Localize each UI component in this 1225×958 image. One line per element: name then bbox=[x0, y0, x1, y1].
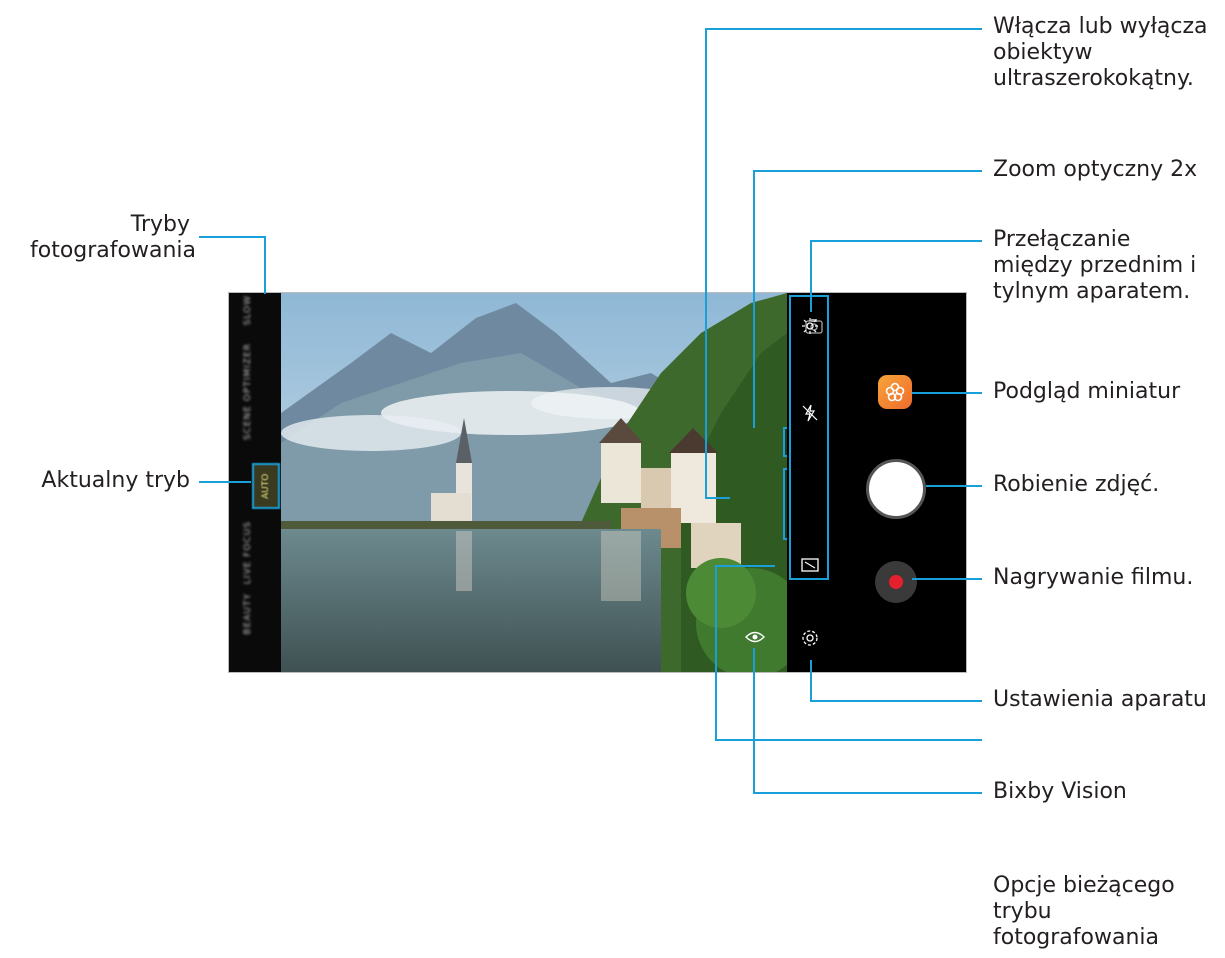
label-zoom: Zoom optyczny 2x bbox=[993, 157, 1198, 182]
mode-options-panel bbox=[789, 295, 829, 580]
callout-line bbox=[810, 700, 982, 702]
callout-line bbox=[199, 481, 251, 483]
callout-line bbox=[715, 565, 775, 567]
callout-line bbox=[705, 497, 730, 499]
callout-line bbox=[753, 170, 982, 172]
mode-slow[interactable]: SLOW bbox=[243, 295, 267, 325]
landscape-preview bbox=[281, 293, 787, 672]
label-preview: Podgląd miniatur bbox=[993, 379, 1181, 404]
gear-icon[interactable] bbox=[799, 627, 821, 649]
callout-line bbox=[199, 236, 265, 238]
label-bixby: Bixby Vision bbox=[993, 779, 1127, 804]
mode-scene-optimizer[interactable]: SCENE OPTIMIZER bbox=[243, 343, 267, 440]
label-wide-line1: Włącza lub wyłącza bbox=[993, 14, 1208, 39]
label-options-line3: fotografowania bbox=[993, 925, 1159, 950]
mode-beauty[interactable]: BEAUTY bbox=[243, 593, 267, 635]
callout-line bbox=[705, 28, 982, 30]
callout-line bbox=[715, 739, 982, 741]
label-take-photo: Robienie zdjęć. bbox=[993, 472, 1160, 497]
record-dot bbox=[889, 575, 903, 589]
callout-line bbox=[705, 28, 707, 498]
callout-line bbox=[926, 485, 982, 487]
camera-screen: BEAUTY LIVE FOCUS SCENE OPTIMIZER SLOW A… bbox=[228, 292, 967, 673]
mode-live-focus[interactable]: LIVE FOCUS bbox=[243, 521, 267, 584]
label-options: Opcje bieżącego trybu fotografowania bbox=[993, 873, 1175, 951]
flash-off-icon[interactable] bbox=[799, 402, 821, 424]
aspect-ratio-icon[interactable] bbox=[799, 554, 821, 576]
callout-line bbox=[912, 578, 982, 580]
current-mode-auto[interactable]: AUTO bbox=[252, 463, 280, 509]
label-switch-line1: Przełączanie bbox=[993, 227, 1131, 252]
callout-line bbox=[715, 565, 717, 740]
label-modes-line1: Tryby bbox=[130, 212, 190, 237]
label-current-mode: Aktualny tryb bbox=[41, 468, 190, 493]
callout-line bbox=[810, 240, 812, 312]
label-switch-camera: Przełączanie między przednim i tylnym ap… bbox=[993, 227, 1196, 305]
callout-line bbox=[753, 648, 755, 793]
label-options-line1: Opcje bieżącego bbox=[993, 873, 1175, 898]
callout-line bbox=[810, 660, 812, 701]
eye-icon[interactable] bbox=[743, 625, 767, 649]
callout-line bbox=[912, 392, 982, 394]
label-wide-line2: obiektyw bbox=[993, 40, 1093, 65]
label-record: Nagrywanie filmu. bbox=[993, 565, 1194, 590]
callout-line bbox=[264, 236, 266, 294]
gallery-flower-icon[interactable] bbox=[878, 375, 912, 409]
label-options-line2: trybu bbox=[993, 899, 1052, 924]
callout-line bbox=[753, 170, 755, 428]
label-switch-line3: tylnym aparatem. bbox=[993, 279, 1191, 304]
shutter-button[interactable] bbox=[866, 459, 926, 519]
label-modes: Tryby fotografowania bbox=[30, 212, 196, 264]
label-wide-lens: Włącza lub wyłącza obiektyw ultraszeroko… bbox=[993, 14, 1208, 92]
callout-line bbox=[753, 792, 982, 794]
label-settings: Ustawienia aparatu bbox=[993, 687, 1207, 712]
callout-line bbox=[810, 240, 982, 242]
label-wide-line3: ultraszerokokątny. bbox=[993, 66, 1194, 91]
sun-icon[interactable] bbox=[799, 315, 821, 337]
label-modes-line2: fotografowania bbox=[30, 238, 196, 263]
viewfinder[interactable] bbox=[281, 293, 787, 672]
record-button[interactable] bbox=[875, 561, 917, 603]
label-switch-line2: między przednim i bbox=[993, 253, 1197, 278]
